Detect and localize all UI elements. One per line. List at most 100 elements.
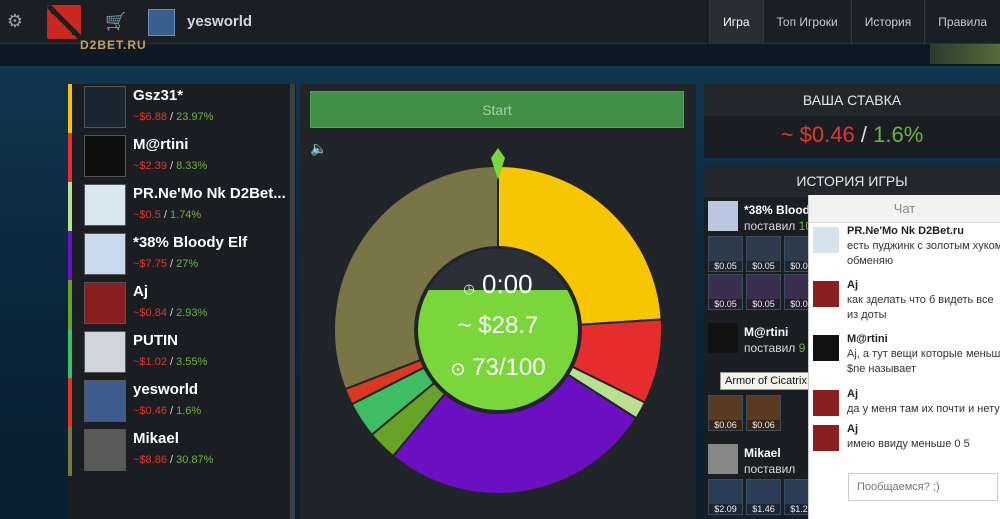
player-stake: ~$2.39 / 8.33% xyxy=(133,160,207,172)
player-amount: ~$8.86 xyxy=(133,454,167,466)
nav-rules[interactable]: Правила xyxy=(924,0,1000,44)
player-percent: 1.74% xyxy=(170,209,202,221)
player-color-bar xyxy=(68,182,72,231)
avatar xyxy=(708,323,738,353)
item[interactable]: $0.05 xyxy=(708,236,743,272)
nav-top-players[interactable]: Топ Игроки xyxy=(762,0,851,44)
player-amount: ~$7.75 xyxy=(133,258,167,270)
player-name: yesworld xyxy=(133,381,199,398)
stake-separator: / xyxy=(160,209,171,221)
avatar xyxy=(84,86,126,128)
player-row[interactable]: Mikael ~$8.86 / 30.87% xyxy=(68,427,296,476)
player-color-bar xyxy=(68,427,72,476)
bet-percent: 1.6% xyxy=(873,122,924,147)
timer: ◷ 0:00 xyxy=(450,269,546,300)
player-color-bar xyxy=(68,133,72,182)
player-name: PUTIN xyxy=(133,332,178,349)
stake-separator: / xyxy=(166,111,177,123)
gear-icon[interactable]: ⚙ xyxy=(6,12,24,30)
chat-author[interactable]: Aj xyxy=(847,423,858,435)
player-amount: ~$2.39 xyxy=(133,160,167,172)
player-row[interactable]: Aj ~$0.84 / 2.93% xyxy=(68,280,296,329)
players-scrollbar[interactable] xyxy=(290,84,295,519)
player-percent: 3.55% xyxy=(176,356,208,368)
avatar xyxy=(84,233,126,275)
history-put: поставил xyxy=(744,462,796,476)
player-color-bar xyxy=(68,329,72,378)
avatar xyxy=(813,281,839,307)
item[interactable]: $2.09 xyxy=(708,479,743,515)
avatar xyxy=(84,282,126,324)
avatar xyxy=(813,390,839,416)
history-player-name[interactable]: *38% Bloody xyxy=(744,203,817,217)
banner-strip xyxy=(0,44,1000,66)
player-row[interactable]: yesworld ~$0.46 / 1.6% xyxy=(68,378,296,427)
player-color-bar xyxy=(68,378,72,427)
start-button[interactable]: Start xyxy=(310,91,684,128)
username[interactable]: yesworld xyxy=(187,13,252,30)
player-row[interactable]: PR.Ne'Mo Nk D2Bet... ~$0.5 / 1.74% xyxy=(68,182,296,231)
player-row[interactable]: PUTIN ~$1.02 / 3.55% xyxy=(68,329,296,378)
history-items-row: $0.06 $0.06 xyxy=(708,395,781,431)
clock-icon: ◷ xyxy=(463,281,475,296)
timer-value: 0:00 xyxy=(481,269,533,299)
item[interactable]: $0.05 xyxy=(746,274,781,310)
player-row[interactable]: Gsz31* ~$6.88 / 23.97% xyxy=(68,84,296,133)
chat-author[interactable]: M@rtini xyxy=(847,333,888,345)
chat-author[interactable]: Aj xyxy=(847,279,858,291)
player-name: Aj xyxy=(133,283,148,300)
item[interactable]: $0.06 xyxy=(708,395,743,431)
chat-text: да у меня там их почти и нету xyxy=(847,403,1000,415)
stopwatch-icon: ⊙ xyxy=(450,359,466,379)
avatar xyxy=(813,425,839,451)
avatar[interactable] xyxy=(148,9,175,36)
player-color-bar xyxy=(68,84,72,133)
stake-separator: / xyxy=(166,454,177,466)
dota-logo[interactable] xyxy=(47,5,81,39)
game-panel: Start 🔈 ◷ 0:00 ~ $28.7 ⊙ 73/100 xyxy=(300,84,696,519)
avatar xyxy=(84,429,126,471)
bet-separator: / xyxy=(860,122,867,147)
main-nav: Игра Топ Игроки История Правила xyxy=(709,0,1000,44)
player-stake: ~$0.84 / 2.93% xyxy=(133,307,207,319)
history-player-name[interactable]: M@rtini xyxy=(744,325,788,339)
player-row[interactable]: M@rtini ~$2.39 / 8.33% xyxy=(68,133,296,182)
nav-history[interactable]: История xyxy=(850,0,925,44)
player-stake: ~$6.88 / 23.97% xyxy=(133,111,213,123)
player-row[interactable]: *38% Bloody Elf ~$7.75 / 27% xyxy=(68,231,296,280)
nav-game[interactable]: Игра xyxy=(709,0,763,44)
item[interactable]: $0.05 xyxy=(708,274,743,310)
your-bet-value: ~ $0.46 / 1.6% xyxy=(704,122,1000,148)
player-percent: 27% xyxy=(176,258,199,270)
item[interactable]: $1.46 xyxy=(746,479,781,515)
chat-author[interactable]: Aj xyxy=(847,388,858,400)
player-name: PR.Ne'Mo Nk D2Bet... xyxy=(133,185,286,202)
chat-title[interactable]: Чат xyxy=(809,195,1000,223)
history-player-name[interactable]: Mikael xyxy=(744,446,781,460)
item[interactable]: $0.06 xyxy=(746,395,781,431)
pot-value: ~ $28.7 xyxy=(457,312,539,339)
avatar xyxy=(84,331,126,373)
player-color-bar xyxy=(68,231,72,280)
hero-banner xyxy=(930,44,1000,64)
your-bet-title: ВАША СТАВКА xyxy=(704,84,1000,116)
player-percent: 8.33% xyxy=(176,160,208,172)
item[interactable]: $0.05 xyxy=(746,236,781,272)
history-title: ИСТОРИЯ ИГРЫ xyxy=(704,165,1000,197)
player-color-bar xyxy=(68,280,72,329)
player-percent: 2.93% xyxy=(176,307,208,319)
player-percent: 23.97% xyxy=(176,111,214,123)
player-stake: ~$1.02 / 3.55% xyxy=(133,356,207,368)
avatar xyxy=(708,201,738,231)
chat-text: как зделать что б видеть все из доты xyxy=(847,294,994,321)
top-bar: ⚙ 🛒 yesworld Игра Топ Игроки История Пра… xyxy=(0,0,1000,44)
chat-author[interactable]: PR.Ne'Mo Nk D2Bet.ru xyxy=(847,225,964,237)
avatar xyxy=(84,184,126,226)
avatar xyxy=(84,380,126,422)
history-put: поставил 9 xyxy=(744,341,806,355)
bet-amount: ~ $0.46 xyxy=(780,122,855,147)
chat-input[interactable] xyxy=(848,473,998,501)
cart-icon[interactable]: 🛒 xyxy=(105,12,126,32)
avatar xyxy=(84,135,126,177)
stake-separator: / xyxy=(166,258,177,270)
